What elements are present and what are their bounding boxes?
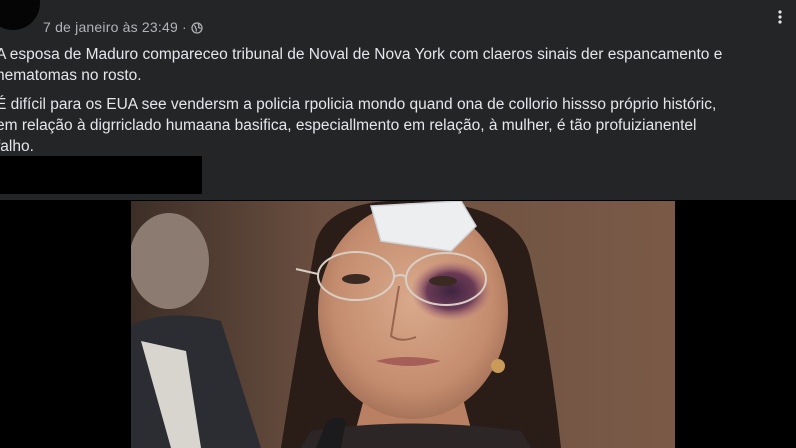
post-photo[interactable] (131, 201, 675, 448)
author-avatar[interactable] (0, 0, 40, 30)
more-options-icon[interactable] (774, 10, 786, 24)
post-meta: 7 de janeiro às 23:49 · (43, 19, 203, 35)
post-timestamp[interactable]: 7 de janeiro às 23:49 · (43, 19, 187, 35)
globe-icon (191, 21, 203, 34)
post-card: 7 de janeiro às 23:49 · A esposa de Madu… (0, 0, 796, 200)
post-line-3: É difícil para os EUA see vendersm a pol… (0, 96, 717, 113)
post-line-1: A esposa de Maduro compareceo tribunal d… (0, 46, 723, 63)
post-line-5: falho. (0, 138, 34, 155)
post-line-4: em relação à digrriclado humaana basific… (0, 117, 697, 134)
facebook-post-screenshot: 7 de janeiro às 23:49 · A esposa de Madu… (0, 0, 796, 448)
post-body: A esposa de Maduro compareceo tribunal d… (0, 44, 796, 165)
post-line-2: hematomas no rosto. (0, 67, 142, 84)
redaction-bar (0, 156, 202, 194)
photo-illustration (131, 201, 675, 448)
